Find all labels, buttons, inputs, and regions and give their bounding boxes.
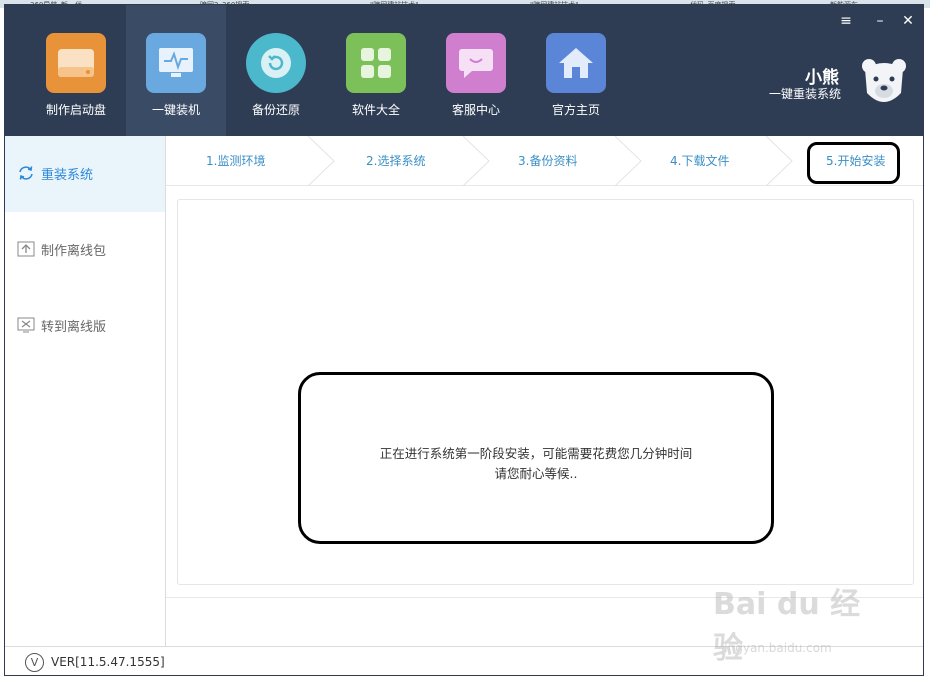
nav-label: 制作启动盘 (45, 103, 106, 117)
nav-service-center[interactable]: 客服中心 (426, 5, 526, 136)
refresh-icon (17, 164, 35, 182)
offline-icon (17, 316, 35, 334)
nav-one-click-install[interactable]: 一键装机 (126, 5, 226, 136)
brand-subtitle: 一键重装系统 (769, 87, 842, 101)
chevron-right-icon (307, 136, 335, 186)
menu-icon[interactable]: ≡ (837, 13, 855, 29)
watermark-url: jingyan.baidu.com (721, 641, 832, 655)
step-3: 3.备份资料 (518, 154, 578, 168)
chevron-right-icon (614, 136, 642, 186)
status-message-line1: 正在进行系统第一阶段安装，可能需要花费您几分钟时间 (379, 446, 693, 461)
apps-icon (346, 33, 406, 93)
chat-icon (446, 33, 506, 93)
installer-window: 制作启动盘 一键装机 备份还原 软件大全 客服中心 官方主页 ≡ – ✕ 小熊 … (4, 4, 924, 676)
nav-official-home[interactable]: 官方主页 (526, 5, 626, 136)
sidebar-item-reinstall[interactable]: 重装系统 (5, 136, 165, 212)
nav-label: 客服中心 (451, 103, 500, 117)
sidebar: 重装系统 制作离线包 转到离线版 (5, 136, 166, 646)
nav-label: 官方主页 (551, 103, 600, 117)
main-panel: 正在进行系统第一阶段安装，可能需要花费您几分钟时间 请您耐心等候.. (177, 199, 914, 585)
nav-make-boot-disk[interactable]: 制作启动盘 (26, 5, 126, 136)
install-steps: 1.监测环境 2.选择系统 3.备份资料 4.下载文件 5.开始安装 (166, 136, 923, 186)
step-1: 1.监测环境 (206, 154, 266, 168)
monitor-icon (146, 33, 206, 93)
sidebar-item-offline-version[interactable]: 转到离线版 (5, 288, 165, 364)
minimize-button[interactable]: – (871, 13, 889, 29)
step-4: 4.下载文件 (670, 154, 730, 168)
chevron-right-icon (462, 136, 490, 186)
home-icon (546, 33, 606, 93)
restore-icon (246, 33, 306, 93)
version-text: VER[11.5.47.1555] (51, 655, 165, 669)
sidebar-item-label: 制作离线包 (41, 244, 107, 259)
version-icon: V (25, 653, 44, 672)
nav-label: 软件大全 (351, 103, 400, 117)
sidebar-item-label: 重装系统 (41, 168, 94, 183)
chevron-right-icon (765, 136, 793, 186)
header-bar: 制作启动盘 一键装机 备份还原 软件大全 客服中心 官方主页 ≡ – ✕ 小熊 … (5, 5, 923, 136)
nav-backup-restore[interactable]: 备份还原 (226, 5, 326, 136)
status-message-line2: 请您耐心等候.. (494, 466, 578, 481)
step-5-highlight-annotation (807, 142, 900, 184)
close-button[interactable]: ✕ (899, 13, 917, 29)
upload-icon (17, 240, 35, 258)
sidebar-item-make-offline-pack[interactable]: 制作离线包 (5, 212, 165, 288)
nav-label: 备份还原 (251, 103, 300, 117)
nav-label: 一键装机 (151, 103, 200, 117)
status-message-annotation: 正在进行系统第一阶段安装，可能需要花费您几分钟时间 请您耐心等候.. (298, 372, 774, 544)
bear-logo-icon (861, 57, 907, 109)
nav-software[interactable]: 软件大全 (326, 5, 426, 136)
disk-icon (46, 33, 106, 93)
step-2: 2.选择系统 (366, 154, 426, 168)
baidu-watermark: Bai du 经验 jingyan.baidu.com (713, 579, 883, 675)
sidebar-item-label: 转到离线版 (41, 320, 107, 335)
